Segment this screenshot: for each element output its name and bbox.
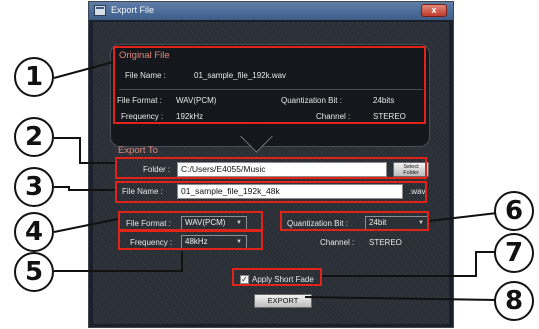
leader-line-2 [54,137,115,164]
callout-8: 8 [494,281,534,321]
callout-leader-lines [53,61,498,301]
callout-7: 7 [494,233,534,273]
callout-2: 2 [14,117,54,157]
leader-line-7 [322,251,497,277]
leader-line-5 [54,251,183,272]
leader-line-8 [304,296,498,301]
callout-4: 4 [14,212,54,252]
callout-3: 3 [14,167,54,207]
leader-line-4 [53,218,119,233]
leader-line-6 [428,212,498,222]
callout-6: 6 [494,191,534,231]
leader-line-3 [54,186,115,191]
leader-line-1 [53,61,114,79]
callout-1: 1 [14,57,54,97]
callout-5: 5 [14,252,54,292]
